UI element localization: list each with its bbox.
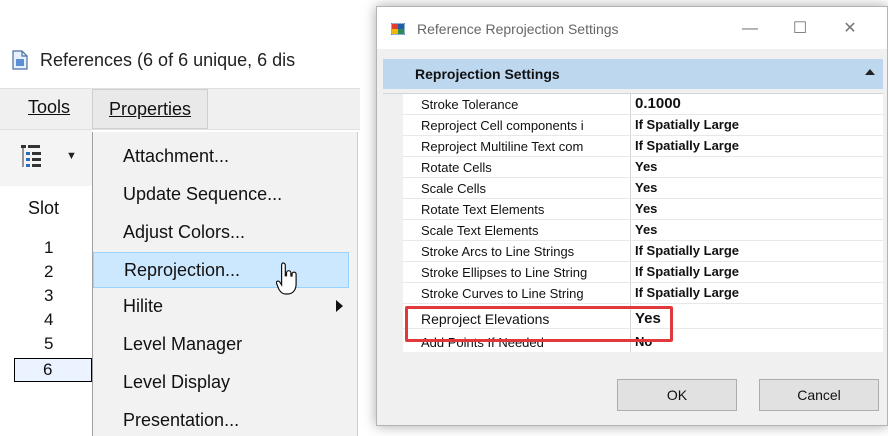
slot-header: Slot xyxy=(28,198,60,218)
menu-item-hilite[interactable]: Hilite xyxy=(123,296,163,317)
properties-dropdown-menu: Attachment... Update Sequence... Adjust … xyxy=(92,132,358,436)
tree-view-icon[interactable] xyxy=(20,144,42,170)
property-value[interactable]: If Spatially Large xyxy=(635,285,739,300)
property-key: Scale Text Elements xyxy=(421,223,539,238)
menu-tools[interactable]: Tools xyxy=(28,97,70,118)
submenu-arrow-icon xyxy=(336,300,343,312)
app-icon xyxy=(391,23,405,35)
property-key: Reproject Cell components i xyxy=(421,118,584,133)
collapse-arrow-icon[interactable] xyxy=(865,69,875,75)
property-value[interactable]: Yes xyxy=(635,201,657,216)
property-value[interactable]: Yes xyxy=(635,159,657,174)
mouse-cursor-icon xyxy=(276,262,297,295)
document-icon xyxy=(12,50,28,70)
section-title: Reprojection Settings xyxy=(415,66,560,82)
property-key: Stroke Curves to Line String xyxy=(421,286,584,301)
slot-row[interactable]: 4 xyxy=(44,310,53,330)
menu-item-adjust-colors[interactable]: Adjust Colors... xyxy=(123,222,245,243)
maximize-icon[interactable]: ☐ xyxy=(787,17,813,41)
slot-row[interactable]: 1 xyxy=(44,238,53,258)
menu-item-level-manager[interactable]: Level Manager xyxy=(123,334,242,355)
menu-item-update-sequence[interactable]: Update Sequence... xyxy=(123,184,282,205)
property-value[interactable]: Yes xyxy=(635,222,657,237)
property-value[interactable]: If Spatially Large xyxy=(635,243,739,258)
property-key: Stroke Arcs to Line Strings xyxy=(421,244,575,259)
property-row[interactable]: Reproject Cell components i If Spatially … xyxy=(403,115,883,136)
property-key: Scale Cells xyxy=(421,181,487,196)
close-icon[interactable]: ✕ xyxy=(837,17,863,41)
property-row[interactable]: Stroke Ellipses to Line String If Spatial… xyxy=(403,262,883,283)
slot-row[interactable]: 3 xyxy=(44,286,53,306)
slot-row-selected[interactable]: 6 xyxy=(14,358,92,382)
property-key: Rotate Text Elements xyxy=(421,202,545,217)
references-toolbar: ▼ xyxy=(0,130,92,186)
section-header[interactable]: Reprojection Settings xyxy=(383,59,883,89)
property-value[interactable]: Yes xyxy=(635,180,657,195)
reprojection-settings-dialog: Reference Reprojection Settings — ☐ ✕ Re… xyxy=(376,6,888,426)
property-key: Stroke Tolerance xyxy=(421,97,519,112)
menu-item-level-display[interactable]: Level Display xyxy=(123,372,230,393)
menu-item-reprojection-label: Reprojection... xyxy=(124,259,241,280)
menu-properties-label: Properties xyxy=(108,98,192,119)
menu-properties[interactable]: Properties xyxy=(92,89,208,129)
references-window-title: References (6 of 6 unique, 6 dis xyxy=(12,46,295,74)
slot-column: Slot 1 2 3 4 5 6 xyxy=(0,188,92,436)
property-row[interactable]: Stroke Tolerance 0.1000 xyxy=(403,94,883,115)
chevron-down-icon[interactable]: ▼ xyxy=(66,150,77,162)
dialog-titlebar: Reference Reprojection Settings — ☐ ✕ xyxy=(377,7,887,49)
property-row[interactable]: Scale Cells Yes xyxy=(403,178,883,199)
property-row[interactable]: Rotate Text Elements Yes xyxy=(403,199,883,220)
property-value[interactable]: If Spatially Large xyxy=(635,117,739,132)
property-row[interactable]: Scale Text Elements Yes xyxy=(403,220,883,241)
minimize-icon[interactable]: — xyxy=(737,17,763,41)
property-key: Stroke Ellipses to Line String xyxy=(421,265,588,280)
property-key: Rotate Cells xyxy=(421,160,492,175)
property-row[interactable]: Stroke Curves to Line String If Spatially… xyxy=(403,283,883,304)
property-row[interactable]: Reproject Multiline Text com If Spatially… xyxy=(403,136,883,157)
dialog-title: Reference Reprojection Settings xyxy=(417,21,619,37)
grid-gutter xyxy=(383,94,403,352)
cancel-button[interactable]: Cancel xyxy=(759,379,879,411)
property-value[interactable]: If Spatially Large xyxy=(635,264,739,279)
property-value[interactable]: 0.1000 xyxy=(635,95,681,112)
menu-bar: Tools Properties xyxy=(0,88,360,130)
property-value[interactable]: If Spatially Large xyxy=(635,138,739,153)
menu-item-reprojection[interactable]: Reprojection... xyxy=(93,252,349,288)
slot-row[interactable]: 2 xyxy=(44,262,53,282)
menu-item-presentation[interactable]: Presentation... xyxy=(123,410,239,431)
ok-button[interactable]: OK xyxy=(617,379,737,411)
highlight-annotation xyxy=(405,306,673,342)
property-row[interactable]: Stroke Arcs to Line Strings If Spatially … xyxy=(403,241,883,262)
slot-row-selected-label: 6 xyxy=(43,360,53,379)
references-title-text: References (6 of 6 unique, 6 dis xyxy=(40,49,296,70)
menu-item-attachment[interactable]: Attachment... xyxy=(123,146,229,167)
property-key: Reproject Multiline Text com xyxy=(421,139,584,154)
property-row[interactable]: Rotate Cells Yes xyxy=(403,157,883,178)
slot-row[interactable]: 5 xyxy=(44,334,53,354)
